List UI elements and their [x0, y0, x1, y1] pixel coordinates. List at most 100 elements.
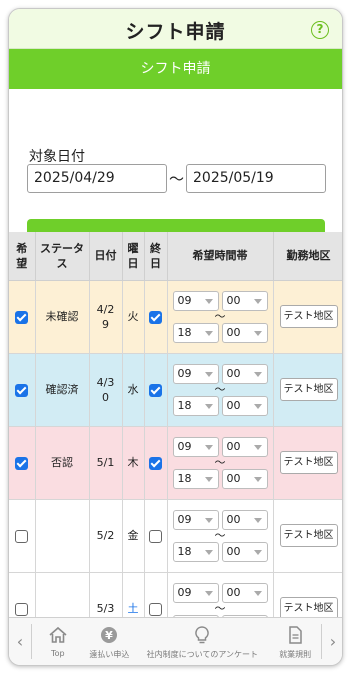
- date-cell: 5/2: [89, 499, 123, 573]
- date-text: 5/3: [96, 602, 115, 615]
- weekday-text: 火: [127, 310, 139, 323]
- end-minute-select[interactable]: 00: [221, 541, 268, 562]
- date-text: 4/2 9: [96, 302, 115, 331]
- time-separator: 〜: [214, 455, 226, 469]
- request-cell: [9, 426, 36, 500]
- allday-checkbox[interactable]: [149, 529, 162, 543]
- weekday-text: 金: [127, 529, 139, 542]
- start-minute-select[interactable]: 00: [221, 436, 268, 457]
- weekday-cell: 金: [122, 499, 145, 573]
- home-icon: [32, 624, 84, 646]
- table-row: 否認 5/1 木 09 00 〜 18 00 テスト地区: [9, 426, 342, 500]
- status-cell: 否認: [35, 426, 90, 500]
- end-date-input[interactable]: 2025/05/19: [186, 164, 326, 193]
- date-text: 5/2: [96, 529, 115, 542]
- date-text: 5/1: [96, 456, 115, 469]
- help-icon[interactable]: ?: [311, 21, 329, 39]
- allday-checkbox[interactable]: [149, 456, 162, 470]
- time-cell: 0900〜1800: [167, 499, 274, 573]
- date-separator: 〜: [169, 170, 185, 188]
- table-row: 5/2 金 09 00 〜 18 00 テスト地区: [9, 499, 342, 573]
- area-cell: テスト地区: [273, 499, 342, 573]
- weekday-text: 土: [127, 602, 139, 615]
- svg-text:¥: ¥: [106, 629, 114, 642]
- end-hour-select[interactable]: 18: [172, 541, 219, 562]
- nav-prev-arrow-icon[interactable]: ‹: [9, 618, 31, 665]
- request-cell: [9, 280, 36, 354]
- end-minute-select[interactable]: 00: [221, 322, 268, 343]
- start-hour-select[interactable]: 09: [172, 363, 219, 384]
- start-minute-select[interactable]: 00: [221, 509, 268, 530]
- nav-label: 遠払い申込: [89, 650, 130, 659]
- col-date: 日付: [89, 232, 123, 281]
- col-allday: 終 日: [144, 232, 168, 281]
- time-cell: 0900〜1800: [167, 280, 274, 354]
- area-button[interactable]: テスト地区: [279, 305, 338, 328]
- nav-item-advance-pay[interactable]: ¥ 遠払い申込: [84, 618, 136, 665]
- table-row: 確認済 4/3 0 水 09 00 〜 18 00 テスト地区: [9, 353, 342, 427]
- area-button[interactable]: テスト地区: [279, 378, 338, 401]
- app-header: シフト申請 ?: [9, 9, 342, 49]
- allday-cell: [144, 499, 168, 573]
- area-button[interactable]: テスト地区: [279, 524, 338, 547]
- yen-coin-icon: ¥: [84, 624, 136, 646]
- end-hour-select[interactable]: 18: [172, 395, 219, 416]
- table-row: 未確認 4/2 9 火 09 00 〜 18 00 テスト地区: [9, 280, 342, 354]
- start-hour-select[interactable]: 09: [172, 290, 219, 311]
- status-cell: [35, 499, 90, 573]
- allday-checkbox[interactable]: [149, 310, 162, 324]
- start-minute-select[interactable]: 00: [221, 582, 268, 603]
- start-hour-select[interactable]: 09: [172, 582, 219, 603]
- col-weekday: 曜 日: [122, 232, 145, 281]
- weekday-cell: 水: [122, 353, 145, 427]
- date-cell: 4/2 9: [89, 280, 123, 354]
- col-time: 希望時間帯: [167, 232, 274, 281]
- allday-cell: [144, 280, 168, 354]
- date-cell: 5/1: [89, 426, 123, 500]
- start-hour-select[interactable]: 09: [172, 509, 219, 530]
- start-hour-select[interactable]: 09: [172, 436, 219, 457]
- col-request: 希 望: [9, 232, 36, 281]
- lightbulb-icon: [135, 624, 269, 646]
- phone-frame: シフト申請 ? シフト申請 対象日付 2025/04/29 〜 2025/05/…: [8, 8, 343, 666]
- start-minute-select[interactable]: 00: [221, 290, 268, 311]
- col-area: 勤務地区: [273, 232, 342, 281]
- request-checkbox[interactable]: [15, 456, 29, 470]
- end-hour-select[interactable]: 18: [172, 468, 219, 489]
- start-minute-select[interactable]: 00: [221, 363, 268, 384]
- allday-checkbox[interactable]: [149, 602, 162, 616]
- nav-item-rules[interactable]: 就業規則: [269, 618, 321, 665]
- weekday-text: 水: [127, 383, 139, 396]
- allday-cell: [144, 426, 168, 500]
- time-cell: 0900〜1800: [167, 426, 274, 500]
- nav-next-arrow-icon[interactable]: ›: [322, 618, 342, 665]
- time-cell: 0900〜1800: [167, 353, 274, 427]
- request-checkbox[interactable]: [15, 383, 29, 397]
- request-checkbox[interactable]: [15, 529, 29, 543]
- page-title: シフト申請: [125, 21, 226, 43]
- allday-cell: [144, 353, 168, 427]
- end-hour-select[interactable]: 18: [172, 322, 219, 343]
- area-cell: テスト地区: [273, 353, 342, 427]
- area-button[interactable]: テスト地区: [279, 451, 338, 474]
- weekday-cell: 火: [122, 280, 145, 354]
- bottom-nav: ‹ Top ¥ 遠払い申込 社内制度についてのアンケート 就業規則 ›: [9, 617, 342, 665]
- allday-checkbox[interactable]: [149, 383, 162, 397]
- start-date-input[interactable]: 2025/04/29: [27, 164, 167, 193]
- weekday-text: 木: [127, 456, 139, 469]
- end-minute-select[interactable]: 00: [221, 395, 268, 416]
- section-title: シフト申請: [9, 49, 342, 89]
- end-minute-select[interactable]: 00: [221, 468, 268, 489]
- nav-label: Top: [51, 649, 65, 658]
- status-cell: 確認済: [35, 353, 90, 427]
- request-checkbox[interactable]: [15, 310, 29, 324]
- request-checkbox[interactable]: [15, 602, 29, 616]
- area-cell: テスト地区: [273, 280, 342, 354]
- status-cell: 未確認: [35, 280, 90, 354]
- nav-item-top[interactable]: Top: [32, 618, 84, 665]
- nav-label: 社内制度についてのアンケート: [146, 650, 259, 659]
- nav-label: 就業規則: [279, 650, 312, 659]
- date-text: 4/3 0: [96, 375, 115, 404]
- nav-item-survey[interactable]: 社内制度についてのアンケート: [135, 618, 269, 665]
- weekday-cell: 木: [122, 426, 145, 500]
